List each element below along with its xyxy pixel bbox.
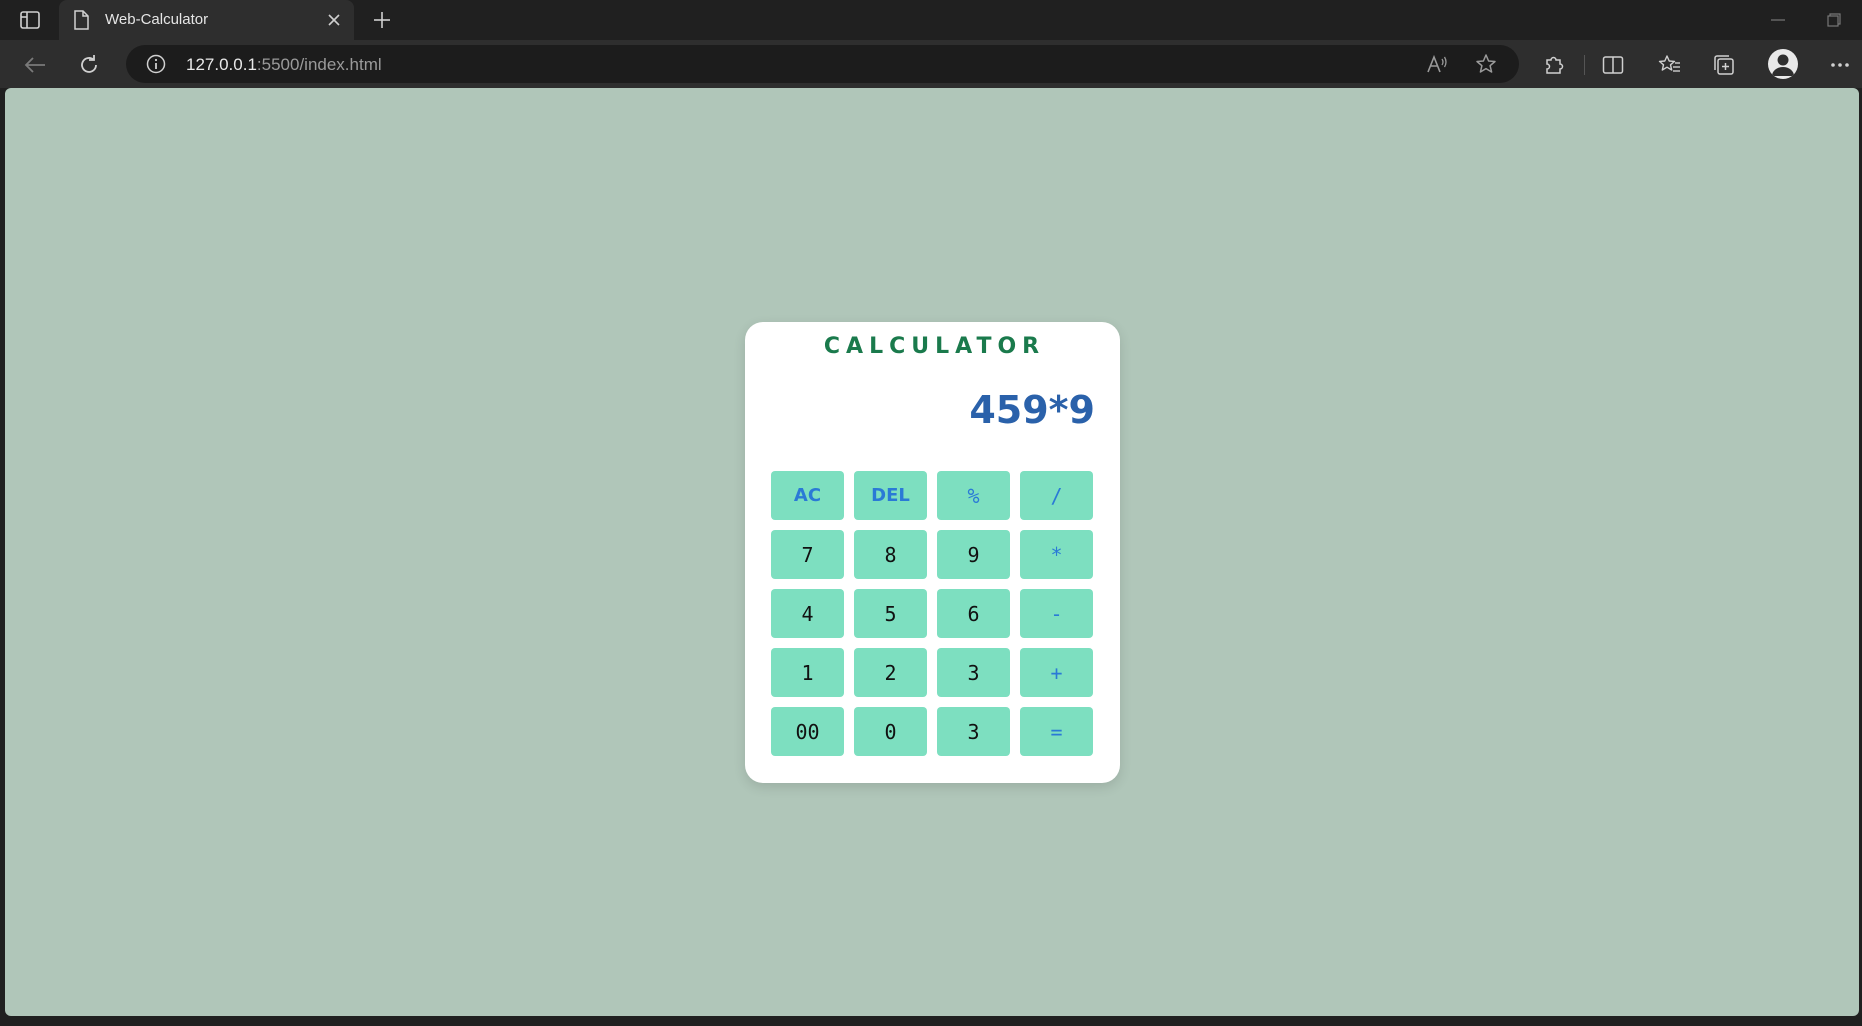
extensions-icon[interactable] <box>1541 52 1567 78</box>
split-screen-icon[interactable] <box>1600 52 1626 78</box>
url-path: :5500/index.html <box>256 55 382 74</box>
key-button[interactable]: 4 <box>771 589 844 638</box>
key-button[interactable]: 1 <box>771 648 844 697</box>
calculator-display: 459*9 <box>969 388 1095 432</box>
key-button[interactable]: / <box>1020 471 1093 520</box>
key-button[interactable]: = <box>1020 707 1093 756</box>
favorite-star-icon[interactable] <box>1475 53 1497 75</box>
back-arrow-icon[interactable] <box>22 52 48 78</box>
refresh-icon[interactable] <box>76 52 102 78</box>
tab-actions-icon[interactable] <box>18 9 42 31</box>
calculator-card: CALCULATOR 459*9 AC DEL%/7 8 9 * 4 5 6-1 2 3 +00 0 3… <box>745 322 1120 783</box>
url-text[interactable]: 127.0.0.1:5500/index.html <box>186 55 382 75</box>
more-options-icon[interactable] <box>1827 52 1853 78</box>
key-button[interactable]: 3 <box>937 707 1010 756</box>
calculator-title: CALCULATOR <box>823 334 1046 359</box>
url-host: 127.0.0.1 <box>186 55 257 74</box>
minimize-icon[interactable] <box>1766 8 1790 32</box>
key-button[interactable]: + <box>1020 648 1093 697</box>
close-tab-icon[interactable] <box>324 10 344 30</box>
favorites-icon[interactable] <box>1657 52 1683 78</box>
page-icon <box>73 10 91 30</box>
window-bottom-edge <box>0 1016 1862 1026</box>
key-button[interactable]: % <box>937 471 1010 520</box>
profile-avatar-icon[interactable] <box>1768 49 1798 79</box>
keypad: AC DEL%/7 8 9 * 4 5 6-1 2 3 +00 0 3 = <box>771 471 1095 756</box>
key-button[interactable]: - <box>1020 589 1093 638</box>
browser-tab-bar: Web-Calculator <box>0 0 1862 40</box>
tab-title: Web-Calculator <box>105 11 209 28</box>
key-button[interactable]: 9 <box>937 530 1010 579</box>
key-button[interactable]: 00 <box>771 707 844 756</box>
key-button[interactable]: 3 <box>937 648 1010 697</box>
key-button[interactable]: 5 <box>854 589 927 638</box>
site-info-icon[interactable] <box>146 54 166 74</box>
collections-icon[interactable] <box>1711 52 1737 78</box>
key-button[interactable]: 2 <box>854 648 927 697</box>
key-button[interactable]: 8 <box>854 530 927 579</box>
read-aloud-icon[interactable] <box>1426 53 1448 75</box>
address-bar[interactable]: 127.0.0.1:5500/index.html <box>126 45 1519 83</box>
key-button[interactable]: AC <box>771 471 844 520</box>
key-button[interactable]: 0 <box>854 707 927 756</box>
key-button[interactable]: * <box>1020 530 1093 579</box>
restore-icon[interactable] <box>1822 8 1846 32</box>
page-viewport: CALCULATOR 459*9 AC DEL%/7 8 9 * 4 5 6-1 2 3 +00 0 3… <box>5 88 1859 1016</box>
active-tab[interactable]: Web-Calculator <box>59 0 354 40</box>
new-tab-icon[interactable] <box>370 8 394 32</box>
browser-toolbar: 127.0.0.1:5500/index.html <box>0 40 1862 88</box>
key-button[interactable]: 6 <box>937 589 1010 638</box>
key-button[interactable]: 7 <box>771 530 844 579</box>
key-button[interactable]: DEL <box>854 471 927 520</box>
toolbar-divider <box>1584 55 1585 75</box>
